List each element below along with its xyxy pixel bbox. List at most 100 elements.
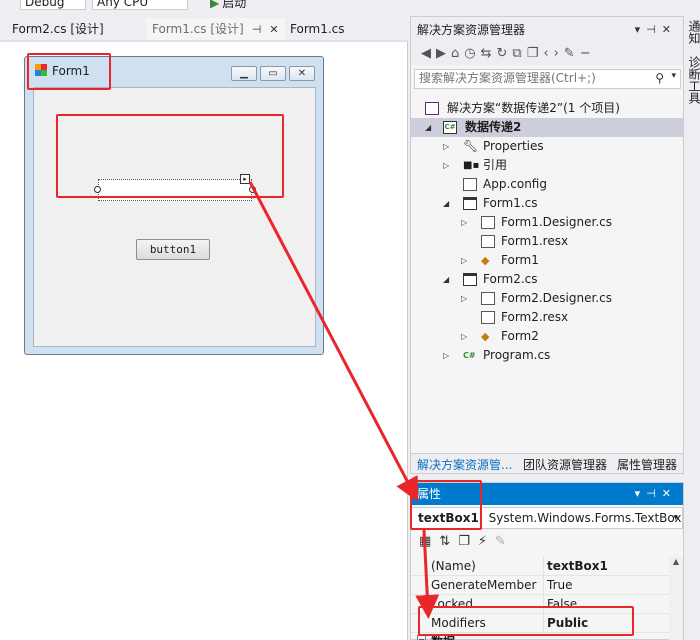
refresh-icon[interactable]: ↻: [497, 46, 513, 61]
solution-icon: [425, 102, 439, 115]
collapsed-icon[interactable]: ▷: [443, 346, 449, 365]
tree-item-appconfig[interactable]: App.config: [411, 175, 683, 194]
maximize-icon[interactable]: ▭: [260, 66, 286, 81]
tab-form2-design[interactable]: Form2.cs [设计]: [6, 18, 110, 40]
forward-icon[interactable]: ▶: [436, 46, 451, 61]
property-grid: (Name) textBox1 GenerateMember True Lock…: [411, 557, 683, 640]
tree-item-form2-resx[interactable]: Form2.resx: [411, 308, 683, 327]
designer-surface: Form1 ▁ ▭ ✕ ▸ button1: [0, 42, 408, 640]
tree-item-form1-class[interactable]: ▷ ◆ Form1: [411, 251, 683, 270]
cs-file-icon: [481, 216, 495, 229]
chevron-down-icon[interactable]: ▾: [671, 71, 676, 81]
csharp-project-icon: C#: [443, 121, 457, 134]
document-tabs: Form2.cs [设计] Form1.cs [设计] ⊣ ✕ Form1.cs: [0, 16, 408, 42]
expanded-icon[interactable]: ◢: [443, 194, 449, 213]
tree-item-form2-class[interactable]: ▷ ◆ Form2: [411, 327, 683, 346]
collapsed-icon[interactable]: ▷: [443, 156, 449, 175]
cs-file-icon: [481, 292, 495, 305]
property-category[interactable]: − 数据: [411, 633, 683, 640]
collapsed-icon[interactable]: ▷: [461, 327, 467, 346]
solution-toolbar: ◀▶⌂◷⇆↻⧉❐‹›✎−: [411, 43, 683, 65]
property-row[interactable]: (Name) textBox1: [411, 557, 683, 576]
resize-handle-right[interactable]: [249, 186, 256, 193]
tree-item-form1-designer[interactable]: ▷ Form1.Designer.cs: [411, 213, 683, 232]
events-icon[interactable]: ⚡: [478, 534, 495, 549]
solution-search-input[interactable]: [419, 71, 649, 85]
collapsed-icon[interactable]: ▷: [443, 137, 449, 156]
form-title: Form1: [35, 61, 90, 81]
tab-form1-code[interactable]: Form1.cs: [284, 18, 351, 40]
resx-file-icon: [481, 235, 495, 248]
play-icon: ▶: [210, 0, 220, 10]
properties-toolbar: ▦⇅❐⚡✎: [411, 531, 683, 553]
collapse-icon[interactable]: −: [417, 635, 426, 640]
tab-form1-design[interactable]: Form1.cs [设计] ⊣ ✕: [146, 18, 285, 40]
tab-property-manager[interactable]: 属性管理器: [617, 456, 677, 473]
tree-item-form2-designer[interactable]: ▷ Form2.Designer.cs: [411, 289, 683, 308]
resx-file-icon: [481, 311, 495, 324]
object-selector[interactable]: textBox1 System.Windows.Forms.TextBox ▾: [411, 507, 683, 529]
more-icon[interactable]: −: [580, 46, 596, 61]
form-icon: [463, 273, 477, 286]
properties-header: 属性 ▾⊣✕: [411, 483, 683, 505]
collapse-icon[interactable]: ⧉: [512, 46, 526, 61]
form-client-area[interactable]: ▸ button1: [33, 87, 316, 347]
pin-icon[interactable]: ⊣: [252, 23, 262, 36]
button1[interactable]: button1: [136, 239, 210, 260]
form-window[interactable]: Form1 ▁ ▭ ✕ ▸ button1: [24, 56, 324, 355]
wrench-icon[interactable]: ✎: [495, 534, 514, 549]
close-icon[interactable]: ✕: [269, 23, 278, 36]
home-icon[interactable]: ⌂: [451, 46, 464, 61]
tree-item-references[interactable]: ▷ ■▪ 引用: [411, 156, 683, 175]
smart-tag-icon[interactable]: ▸: [240, 174, 250, 184]
notifications-tab[interactable]: 通知: [686, 20, 700, 44]
top-toolbar: Debug Any CPU ▶ 启动: [0, 0, 700, 14]
tree-item-solution[interactable]: 解决方案“数据传递2”(1 个项目): [411, 99, 683, 118]
copy-icon[interactable]: ❐: [527, 46, 544, 61]
minimize-icon[interactable]: ▁: [231, 66, 257, 81]
scroll-up-icon[interactable]: ▲: [669, 557, 683, 566]
wrench-icon[interactable]: ✎: [564, 46, 580, 61]
window-controls: ▁ ▭ ✕: [231, 66, 315, 81]
back-icon[interactable]: ◀: [421, 46, 436, 61]
tree-item-project[interactable]: ◢ C# 数据传递2: [411, 118, 683, 137]
config-dropdown[interactable]: Debug: [20, 0, 86, 10]
history-icon[interactable]: ◷: [464, 46, 480, 61]
tree-item-form1-resx[interactable]: Form1.resx: [411, 232, 683, 251]
expanded-icon[interactable]: ◢: [425, 118, 431, 137]
panel-header-icons[interactable]: ▾⊣✕: [635, 17, 677, 43]
diagnostic-tools-tab[interactable]: 诊断工具: [686, 56, 700, 104]
explorer-bottom-tabs: 解决方案资源管... 团队资源管理器 属性管理器: [411, 453, 683, 473]
search-icon[interactable]: ⚲: [655, 71, 664, 85]
collapsed-icon[interactable]: ▷: [461, 289, 467, 308]
resize-handle-left[interactable]: [94, 186, 101, 193]
tab-solution-explorer[interactable]: 解决方案资源管...: [417, 456, 512, 473]
tree-item-form2cs[interactable]: ◢ Form2.cs: [411, 270, 683, 289]
properties-scrollbar[interactable]: ▲: [669, 557, 683, 640]
panel-header-icons[interactable]: ▾⊣✕: [635, 483, 677, 505]
start-button[interactable]: ▶ 启动: [210, 0, 246, 11]
property-row[interactable]: Locked False: [411, 595, 683, 614]
property-row[interactable]: GenerateMember True: [411, 576, 683, 595]
expanded-icon[interactable]: ◢: [443, 270, 449, 289]
categorized-icon[interactable]: ▦: [419, 534, 439, 549]
tree-item-properties[interactable]: ▷ 🔧︎ Properties: [411, 137, 683, 156]
alphabetical-icon[interactable]: ⇅: [439, 534, 458, 549]
tab-team-explorer[interactable]: 团队资源管理器: [523, 456, 607, 473]
form-app-icon: [35, 64, 47, 76]
tree-item-form1cs[interactable]: ◢ Form1.cs: [411, 194, 683, 213]
solution-search[interactable]: ⚲ ▾: [414, 69, 681, 89]
solution-explorer-header: 解决方案资源管理器 ▾⊣✕: [411, 17, 683, 43]
chevron-down-icon[interactable]: ▾: [673, 508, 678, 528]
textbox1[interactable]: ▸: [94, 174, 256, 201]
collapsed-icon[interactable]: ▷: [461, 213, 467, 232]
tree-item-program[interactable]: ▷ C# Program.cs: [411, 346, 683, 365]
code-icon[interactable]: ‹›: [543, 46, 563, 61]
collapsed-icon[interactable]: ▷: [461, 251, 467, 270]
form-icon: [463, 197, 477, 210]
platform-dropdown[interactable]: Any CPU: [92, 0, 188, 10]
property-row[interactable]: Modifiers Public: [411, 614, 683, 633]
property-pages-icon[interactable]: ❐: [458, 534, 478, 549]
close-window-icon[interactable]: ✕: [289, 66, 315, 81]
sync-icon[interactable]: ⇆: [481, 46, 497, 61]
